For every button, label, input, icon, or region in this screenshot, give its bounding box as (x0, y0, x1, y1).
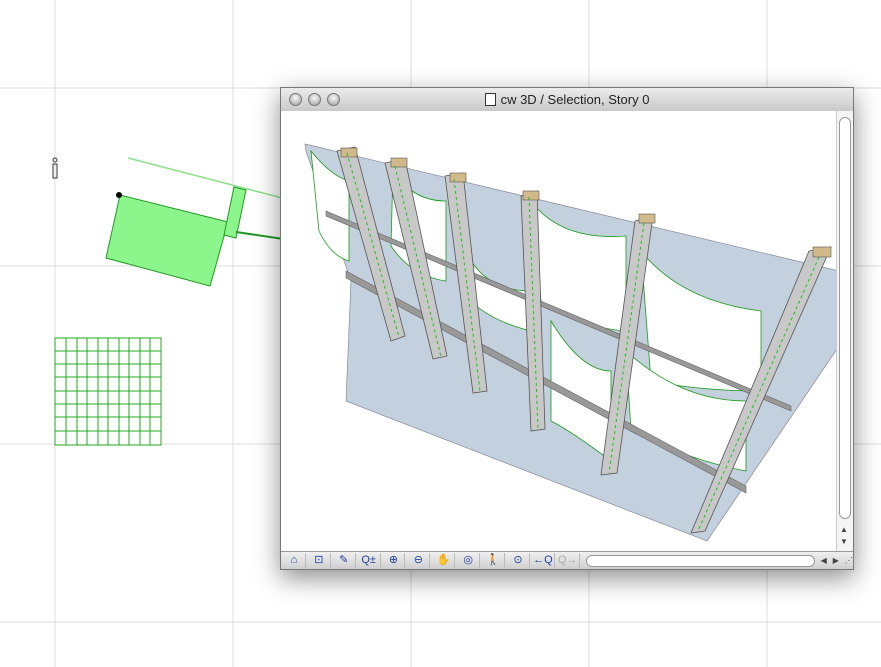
vertical-scrollbar[interactable]: ▲ ▼ (836, 111, 853, 553)
document-icon (484, 93, 496, 106)
scroll-left-arrow-icon[interactable]: ◀ (821, 556, 827, 565)
window-title: cw 3D / Selection, Story 0 (500, 92, 650, 107)
edit-path-icon[interactable]: ✎ (333, 553, 356, 568)
minimize-button[interactable] (308, 93, 321, 106)
horizontal-scrollbar[interactable] (585, 554, 815, 567)
scroll-down-arrow-icon[interactable]: ▼ (840, 537, 848, 546)
explore-walk-icon[interactable]: 🚶 (482, 553, 506, 568)
scroll-right-arrow-icon[interactable]: ▶ (833, 556, 839, 565)
fit-in-window-icon[interactable]: ⊡ (308, 553, 331, 568)
curtain-wall-reference-line[interactable] (127, 157, 291, 201)
curtain-wall-plan-element[interactable] (105, 194, 229, 287)
curtain-wall-grid-symbol[interactable] (54, 337, 162, 446)
zoom-button[interactable] (327, 93, 340, 106)
zoom-fit-icon[interactable]: ⊙ (507, 553, 530, 568)
zoom-in-icon[interactable]: ⊕ (383, 553, 406, 568)
title-bar[interactable]: cw 3D / Selection, Story 0 (281, 88, 853, 112)
3d-navigation-icon[interactable]: ⌂ (283, 553, 306, 568)
next-zoom-icon[interactable]: Q→ (557, 553, 580, 568)
3d-viewport[interactable] (281, 111, 837, 553)
close-button[interactable] (289, 93, 302, 106)
scroll-up-arrow-icon[interactable]: ▲ (840, 525, 848, 534)
vertical-scroll-thumb[interactable] (839, 117, 851, 519)
zoom-toggle-icon[interactable]: Q± (358, 553, 381, 568)
3d-window: cw 3D / Selection, Story 0 ▲ ▼ ⌂ ⊡ ✎ Q± … (280, 87, 854, 570)
pan-hand-icon[interactable]: ✋ (432, 553, 456, 568)
zoom-out-icon[interactable]: ⊖ (407, 553, 431, 568)
3d-toolbar: ⌂ ⊡ ✎ Q± ⊕ ⊖ ✋ ◎ 🚶 ⊙ ←Q Q→ ◀ ▶ ⋰ (281, 551, 853, 569)
resize-grip-icon[interactable]: ⋰ (845, 556, 853, 565)
previous-zoom-icon[interactable]: ←Q (532, 553, 555, 568)
orbit-icon[interactable]: ◎ (457, 553, 481, 568)
